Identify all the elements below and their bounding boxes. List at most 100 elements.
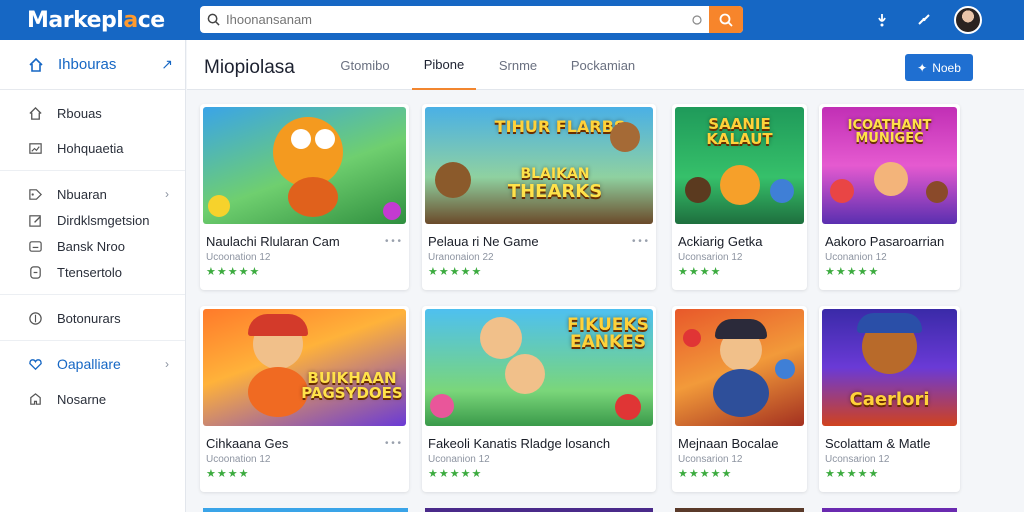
game-thumbnail: ICOATHANT MUNIGEC — [822, 107, 957, 224]
home-icon — [29, 57, 43, 72]
game-card[interactable]: Caerlori Scolattam & Matle Uconsarion 12… — [819, 306, 960, 492]
sidebar-item-dirdklsmgetsion[interactable]: Dirdklsmgetsion — [0, 207, 185, 233]
search-bar — [200, 6, 743, 33]
next-row-thumbnail — [675, 508, 804, 512]
game-subtitle: Uconanion 12 — [825, 252, 887, 263]
game-title: Mejnaan Bocalae — [678, 436, 779, 451]
tab-bar: Gtomibo Pibone Srnme Pockamian — [333, 40, 643, 90]
sidebar-item-label: Hohquaetia — [57, 140, 124, 156]
sidebar: Ihbouras ↗ Rbouas Hohquaetia Nbuaran › D… — [0, 40, 186, 512]
top-icon-group — [870, 6, 982, 34]
sidebar-item-bansk-nroo[interactable]: Bansk Nroo — [0, 233, 185, 259]
game-subtitle: Ucoonation 12 — [206, 252, 271, 263]
sidebar-item-label: Nosarne — [57, 391, 107, 407]
notification-icon[interactable] — [870, 8, 894, 32]
game-title: Fakeoli Kanatis Rladge losanch — [428, 436, 611, 451]
coin-icon — [29, 311, 42, 325]
sidebar-item-rbouas[interactable]: Rbouas — [0, 100, 185, 126]
sidebar-item-ttensertolo[interactable]: Ttensertolo — [0, 259, 185, 285]
settings-icon[interactable] — [912, 8, 936, 32]
avatar[interactable] — [954, 6, 982, 34]
star-rating: ★★★★★ — [428, 266, 483, 278]
clear-search-icon[interactable] — [689, 6, 705, 33]
game-thumbnail: SAANIE KALAUT — [675, 107, 804, 224]
game-thumbnail: TIHUR FLARBS BLAIKAN THEARKS — [425, 107, 653, 224]
sidebar-item-oapalliare[interactable]: Oapalliare › — [0, 351, 185, 377]
sidebar-header[interactable]: Ihbouras ↗ — [0, 40, 185, 90]
sidebar-item-nbuaran[interactable]: Nbuaran › — [0, 181, 185, 207]
star-rating: ★★★★★ — [428, 468, 483, 480]
game-card[interactable]: TIHUR FLARBS BLAIKAN THEARKS Pelaua ri N… — [422, 104, 656, 290]
collapse-icon[interactable]: ↗ — [161, 56, 173, 73]
next-row-thumbnail — [425, 508, 653, 512]
star-rating: ★★★★★ — [678, 468, 733, 480]
sidebar-item-label: Dirdklsmgetsion — [57, 212, 150, 228]
new-button[interactable]: ✦ Noeb — [905, 54, 973, 81]
game-subtitle: Uconsarion 12 — [678, 454, 743, 465]
game-banner-text: Caerlori — [849, 389, 930, 410]
game-thumbnail — [675, 309, 804, 426]
search-button[interactable] — [709, 6, 743, 33]
tab-gtomibo[interactable]: Gtomibo — [333, 40, 397, 90]
search-input[interactable] — [226, 6, 689, 33]
game-banner-text: FIKUEKS EANKES — [567, 315, 649, 352]
sidebar-item-label: Botonurars — [57, 310, 121, 326]
tag-icon — [29, 188, 42, 200]
heart-icon — [29, 358, 42, 370]
puzzle-icon — [30, 392, 41, 405]
star-rating: ★★★★★ — [206, 266, 261, 278]
game-banner-text: BUIKHAAN PAGSYDOES — [301, 369, 403, 402]
more-options-icon[interactable]: • • • — [385, 438, 401, 449]
game-thumbnail: FIKUEKS EANKES — [425, 309, 653, 426]
game-card[interactable]: SAANIE KALAUT Ackiarig Getka Uconsarion 1… — [672, 104, 807, 290]
sidebar-header-label: Ihbouras — [58, 56, 117, 73]
sidebar-item-label: Rbouas — [57, 105, 102, 121]
sidebar-item-botonurars[interactable]: Botonurars — [0, 305, 185, 331]
star-rating: ★★★★ — [206, 468, 250, 480]
edit-icon — [29, 214, 41, 227]
game-title: Cihkaana Ges — [206, 436, 289, 451]
chart-icon — [29, 142, 42, 154]
sidebar-item-label: Ttensertolo — [57, 264, 123, 280]
next-row-thumbnail — [203, 508, 408, 512]
game-subtitle: Uconsarion 12 — [678, 252, 743, 263]
more-options-icon[interactable]: • • • — [385, 236, 401, 247]
more-options-icon[interactable]: • • • — [632, 236, 648, 247]
game-thumbnail: BUIKHAAN PAGSYDOES — [203, 309, 406, 426]
game-card[interactable]: ICOATHANT MUNIGEC Aakoro Pasaroarrian Uco… — [819, 104, 960, 290]
game-subtitle: Uconsarion 12 — [825, 454, 890, 465]
game-title: Naulachi Rlularan Cam — [206, 234, 340, 249]
star-rating: ★★★★ — [678, 266, 722, 278]
game-card[interactable]: Naulachi Rlularan Cam • • • Ucoonation 1… — [200, 104, 409, 290]
game-card[interactable]: FIKUEKS EANKES Fakeoli Kanatis Rladge los… — [422, 306, 656, 492]
app-logo[interactable]: Markeplace — [27, 8, 165, 33]
tab-pockamian[interactable]: Pockamian — [563, 40, 643, 90]
game-subtitle: Ucoonation 12 — [206, 454, 271, 465]
logo-text-rest: ce — [137, 8, 165, 33]
next-row-thumbnail — [822, 508, 957, 512]
tab-pibone[interactable]: Pibone — [412, 40, 476, 90]
game-banner-text: THEARKS — [507, 181, 603, 202]
game-thumbnail — [203, 107, 406, 224]
chevron-right-icon: › — [165, 357, 169, 371]
logo-text-accent: a — [123, 8, 138, 33]
sidebar-item-nosarne[interactable]: Nosarne — [0, 386, 185, 412]
new-button-label: Noeb — [932, 60, 961, 75]
page-title: Miopiolasa — [204, 57, 295, 78]
game-subtitle: Uconanion 12 — [428, 454, 490, 465]
star-rating: ★★★★★ — [825, 468, 880, 480]
top-bar: Markeplace — [0, 0, 1024, 40]
search-icon — [200, 13, 226, 26]
tab-srnme[interactable]: Srnme — [488, 40, 548, 90]
game-card[interactable]: Mejnaan Bocalae Uconsarion 12 ★★★★★ — [672, 306, 807, 492]
star-rating: ★★★★★ — [825, 266, 880, 278]
sidebar-item-label: Oapalliare — [57, 356, 121, 372]
doc-icon — [30, 265, 41, 279]
game-banner-text: SAANIE KALAUT — [706, 115, 773, 148]
game-title: Scolattam & Matle — [825, 436, 931, 451]
sidebar-item-hohquaetia[interactable]: Hohquaetia — [0, 135, 185, 161]
game-card[interactable]: BUIKHAAN PAGSYDOES Cihkaana Ges • • • Uco… — [200, 306, 409, 492]
game-subtitle: Uranonaion 22 — [428, 252, 494, 263]
sidebar-item-label: Bansk Nroo — [57, 238, 125, 254]
logo-text-main: Markepl — [27, 8, 124, 33]
